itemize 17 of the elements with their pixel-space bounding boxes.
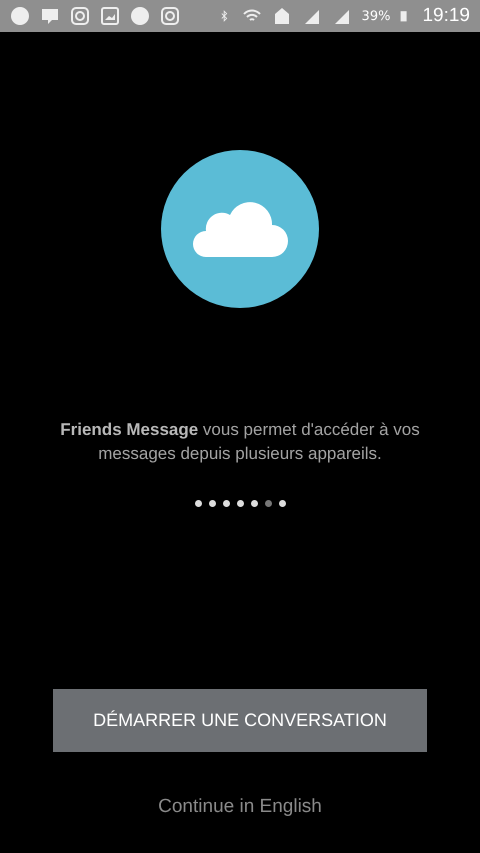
page-dot[interactable] xyxy=(236,500,244,507)
cloud-icon xyxy=(192,199,288,259)
intro-text: Friends Message vous permet d'accéder à vos messages depuis plusieurs appareils. xyxy=(59,419,421,465)
battery-percent: 39% xyxy=(362,8,390,24)
page-dot[interactable] xyxy=(222,500,230,507)
image-icon xyxy=(100,6,120,26)
page-dot[interactable] xyxy=(278,500,286,507)
clock: 19:19 xyxy=(422,5,470,27)
language-link[interactable]: Continue in English xyxy=(158,796,322,818)
page-dot[interactable] xyxy=(194,500,202,507)
message-icon xyxy=(40,6,60,26)
page-dot[interactable] xyxy=(264,500,272,507)
start-button[interactable]: DÉMARRER UNE CONVERSATION xyxy=(53,689,427,752)
camera-icon xyxy=(70,6,90,26)
page-dot[interactable] xyxy=(250,500,258,507)
camera-icon xyxy=(160,6,180,26)
page-dot[interactable] xyxy=(208,500,216,507)
